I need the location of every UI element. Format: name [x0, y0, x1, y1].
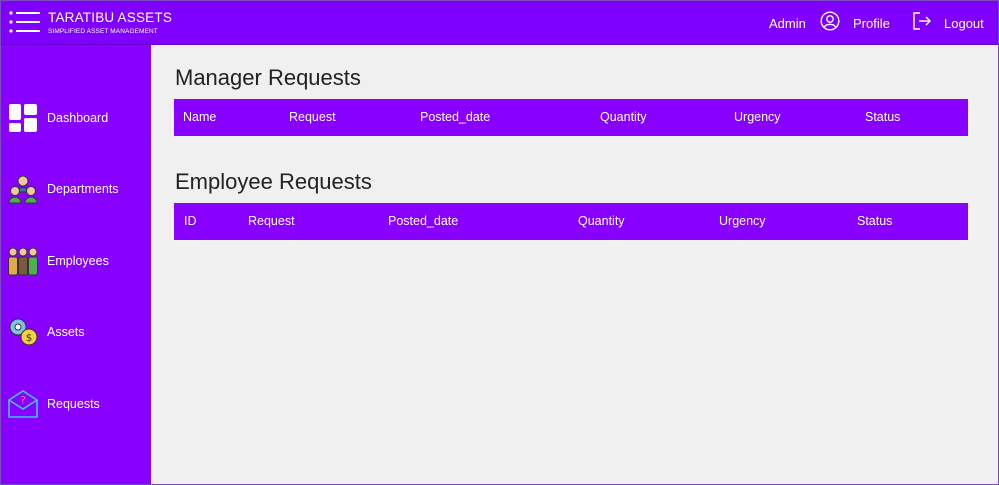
requests-icon: ?: [7, 388, 39, 420]
sidebar-item-employees[interactable]: Employees: [0, 241, 151, 281]
logout-icon: [912, 11, 932, 36]
column-header-posted-date[interactable]: Posted_date: [420, 110, 490, 124]
sidebar-item-departments[interactable]: Departments: [0, 169, 151, 209]
profile-icon: [820, 10, 840, 36]
employee-requests-table-header: ID Request Posted_date Quantity Urgency …: [174, 203, 968, 240]
column-header-request[interactable]: Request: [289, 110, 336, 124]
column-header-status[interactable]: Status: [857, 214, 892, 228]
user-name: Admin: [769, 16, 806, 31]
logout-link[interactable]: Logout: [912, 11, 984, 36]
logout-label: Logout: [944, 15, 984, 31]
profile-label: Profile: [853, 15, 890, 31]
assets-icon: $: [7, 316, 39, 348]
top-bar: TARATIBU ASSETS SIMPLIFIED ASSET MANAGEM…: [0, 0, 999, 45]
dashboard-icon: [7, 102, 39, 134]
brand-subtitle: SIMPLIFIED ASSET MANAGEMENT: [48, 28, 158, 35]
sidebar-item-label: Requests: [47, 397, 100, 411]
sidebar-item-label: Departments: [47, 182, 119, 196]
sidebar-item-requests[interactable]: ? Requests: [0, 384, 151, 424]
column-header-request[interactable]: Request: [248, 214, 295, 228]
manager-requests-table-header: Name Request Posted_date Quantity Urgenc…: [174, 99, 968, 136]
departments-icon: [7, 173, 39, 205]
column-header-urgency[interactable]: Urgency: [734, 110, 781, 124]
menu-toggle-icon[interactable]: [9, 11, 40, 33]
brand: TARATIBU ASSETS SIMPLIFIED ASSET MANAGEM…: [48, 10, 172, 36]
svg-text:?: ?: [20, 394, 26, 407]
column-header-id[interactable]: ID: [184, 214, 197, 228]
sidebar-item-label: Dashboard: [47, 111, 109, 125]
brand-title: TARATIBU ASSETS: [48, 10, 173, 25]
employees-icon: [7, 245, 39, 277]
sidebar-item-label: Assets: [47, 325, 85, 339]
column-header-name[interactable]: Name: [183, 110, 216, 124]
column-header-posted-date[interactable]: Posted_date: [388, 214, 458, 228]
profile-link[interactable]: Profile: [820, 10, 890, 36]
column-header-urgency[interactable]: Urgency: [719, 214, 766, 228]
sidebar-item-label: Employees: [47, 254, 109, 268]
main-content: Manager Requests Name Request Posted_dat…: [151, 45, 999, 485]
column-header-status[interactable]: Status: [865, 110, 900, 124]
column-header-quantity[interactable]: Quantity: [578, 214, 625, 228]
employee-requests-title: Employee Requests: [175, 169, 372, 194]
sidebar: Dashboard Departments Employees $ Assets…: [0, 45, 151, 485]
sidebar-item-dashboard[interactable]: Dashboard: [0, 98, 151, 138]
column-header-quantity[interactable]: Quantity: [600, 110, 647, 124]
svg-text:$: $: [26, 333, 32, 344]
sidebar-item-assets[interactable]: $ Assets: [0, 312, 151, 352]
manager-requests-title: Manager Requests: [175, 65, 361, 90]
